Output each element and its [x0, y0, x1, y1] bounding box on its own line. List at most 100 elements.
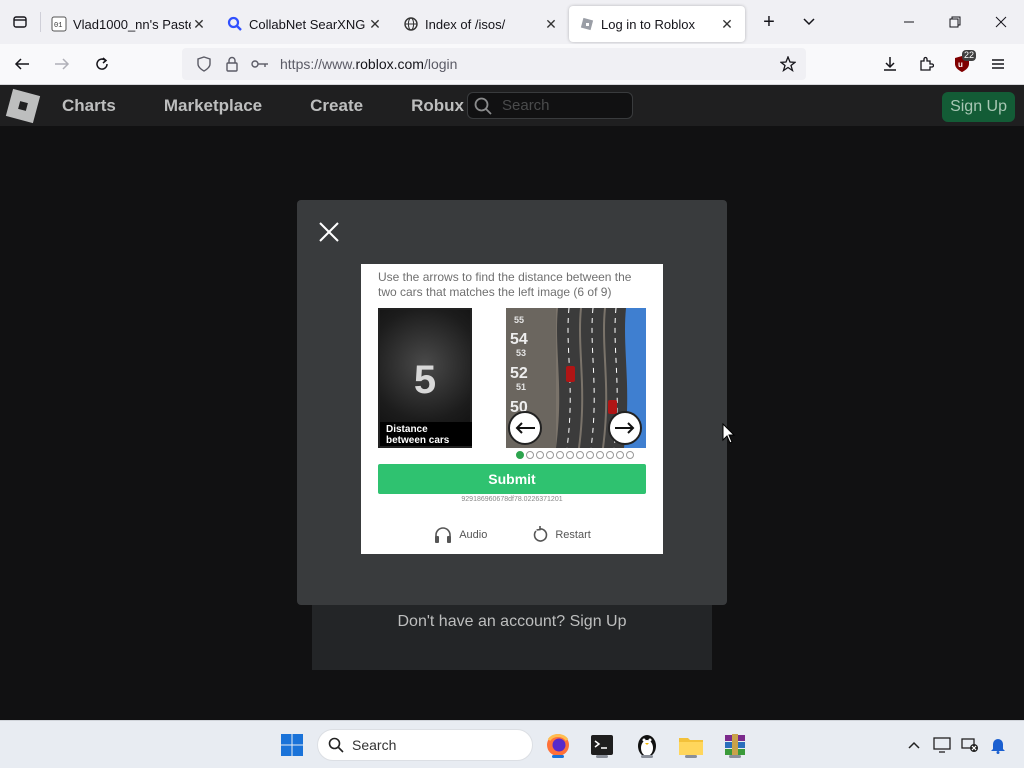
notifications-button[interactable] [984, 731, 1012, 759]
submit-button[interactable]: Submit [378, 464, 646, 494]
taskbar-terminal[interactable] [586, 729, 618, 761]
caption-line: Distance [386, 424, 428, 435]
close-icon[interactable] [317, 220, 341, 244]
back-arrow-icon [14, 58, 29, 70]
download-icon [884, 57, 896, 71]
progress-dots [516, 451, 636, 459]
extension-badge: 22 [961, 50, 976, 61]
taskbar-search[interactable]: Search [317, 729, 533, 761]
close-window-button[interactable] [978, 0, 1024, 44]
restart-icon [534, 526, 548, 542]
mouse-cursor-icon [722, 423, 736, 444]
minimize-icon [904, 21, 914, 23]
road-label: 52 [510, 365, 528, 382]
roblox-logo[interactable] [5, 88, 41, 123]
roblox-search-input[interactable] [502, 97, 622, 114]
tab-list-button[interactable] [0, 0, 40, 44]
terminal-icon [591, 735, 613, 755]
search-icon [328, 737, 344, 753]
progress-dot [516, 451, 524, 459]
next-arrow-button[interactable] [608, 411, 642, 445]
bookmark-star-icon[interactable] [776, 52, 800, 76]
restore-button[interactable] [932, 0, 978, 44]
captcha-instruction: Use the arrows to find the distance betw… [378, 270, 632, 299]
reference-image: 5 Distance between cars [378, 308, 472, 448]
globe-icon [403, 16, 419, 32]
close-tab-icon[interactable]: ✕ [367, 16, 383, 33]
ublock-extension-button[interactable]: u 22 [944, 48, 980, 80]
downloads-button[interactable] [872, 48, 908, 80]
taskbar: Search [0, 720, 1024, 768]
reference-number: 5 [413, 358, 437, 402]
taskbar-firefox[interactable] [542, 729, 574, 761]
progress-dot [546, 451, 554, 459]
tab-roblox-login[interactable]: Log in to Roblox ✕ [569, 6, 745, 42]
signup-button[interactable]: Sign Up [942, 92, 1015, 122]
tab-pastebin[interactable]: 01 Vlad1000_nn's Pastebin ✕ [41, 6, 217, 42]
session-id: 929186960678df78.0226371201 [461, 496, 563, 503]
reload-icon [96, 57, 108, 70]
show-hidden-icons-button[interactable] [900, 731, 928, 759]
audio-button[interactable]: Audio [433, 526, 487, 544]
running-indicator [729, 755, 741, 758]
restart-button[interactable]: Restart [531, 526, 591, 544]
nav-robux[interactable]: Robux [411, 96, 464, 116]
close-tab-icon[interactable]: ✕ [191, 16, 207, 33]
navigation-bar: https://www.roblox.com/login u 22 [0, 44, 1024, 85]
taskbar-winrar[interactable] [719, 729, 751, 761]
tab-title: Index of /isos/ [425, 16, 506, 32]
start-button[interactable] [276, 729, 308, 761]
display-status-button[interactable] [928, 731, 956, 759]
puzzle-icon [920, 56, 934, 71]
url-bar[interactable]: https://www.roblox.com/login [182, 48, 806, 80]
search-icon [227, 16, 243, 32]
right-arrow-icon [615, 422, 635, 434]
reload-button[interactable] [84, 48, 120, 80]
progress-dot [606, 451, 614, 459]
minimize-button[interactable] [886, 0, 932, 44]
nav-marketplace[interactable]: Marketplace [164, 96, 262, 116]
tab-title: CollabNet SearXNG [249, 16, 366, 32]
toolbar-right: u 22 [872, 48, 1016, 80]
roblox-header: Charts Marketplace Create Robux Sign Up [0, 85, 1024, 126]
svg-text:u: u [958, 60, 963, 69]
forward-button[interactable] [44, 48, 80, 80]
tracking-protection-shield-icon[interactable] [190, 56, 218, 72]
network-status-button[interactable] [956, 731, 984, 759]
url-prefix: https://www. [280, 56, 356, 72]
running-indicator [552, 755, 564, 758]
close-icon [995, 16, 1007, 28]
list-all-tabs-button[interactable] [789, 4, 829, 40]
url-path: /login [423, 56, 458, 72]
close-tab-icon[interactable]: ✕ [719, 16, 735, 33]
tab-index-isos[interactable]: Index of /isos/ ✕ [393, 6, 569, 42]
progress-dot [526, 451, 534, 459]
monitor-icon [933, 737, 951, 753]
nav-create[interactable]: Create [310, 96, 363, 116]
extensions-button[interactable] [908, 48, 944, 80]
captcha-footer: Audio Restart [361, 526, 663, 544]
tab-searxng[interactable]: CollabNet SearXNG ✕ [217, 6, 393, 42]
folder-icon [679, 738, 703, 755]
system-tray [900, 731, 1012, 759]
progress-dot [586, 451, 594, 459]
progress-dot [566, 451, 574, 459]
taskbar-penguin-app[interactable] [631, 729, 663, 761]
running-indicator [641, 755, 653, 758]
chevron-down-icon [803, 18, 815, 26]
progress-dot [626, 451, 634, 459]
key-icon[interactable] [246, 58, 274, 70]
nav-charts[interactable]: Charts [62, 96, 116, 116]
roblox-icon [579, 16, 595, 32]
close-tab-icon[interactable]: ✕ [543, 16, 559, 33]
back-button[interactable] [4, 48, 40, 80]
app-menu-button[interactable] [980, 48, 1016, 80]
url-text: https://www.roblox.com/login [280, 56, 457, 72]
new-tab-button[interactable]: + [749, 4, 789, 40]
signup-prompt[interactable]: Don't have an account? Sign Up [312, 613, 712, 631]
restart-label: Restart [555, 529, 591, 541]
lock-icon[interactable] [218, 56, 246, 72]
previous-arrow-button[interactable] [508, 411, 542, 445]
taskbar-file-explorer[interactable] [675, 729, 707, 761]
road-label: 53 [516, 348, 526, 358]
